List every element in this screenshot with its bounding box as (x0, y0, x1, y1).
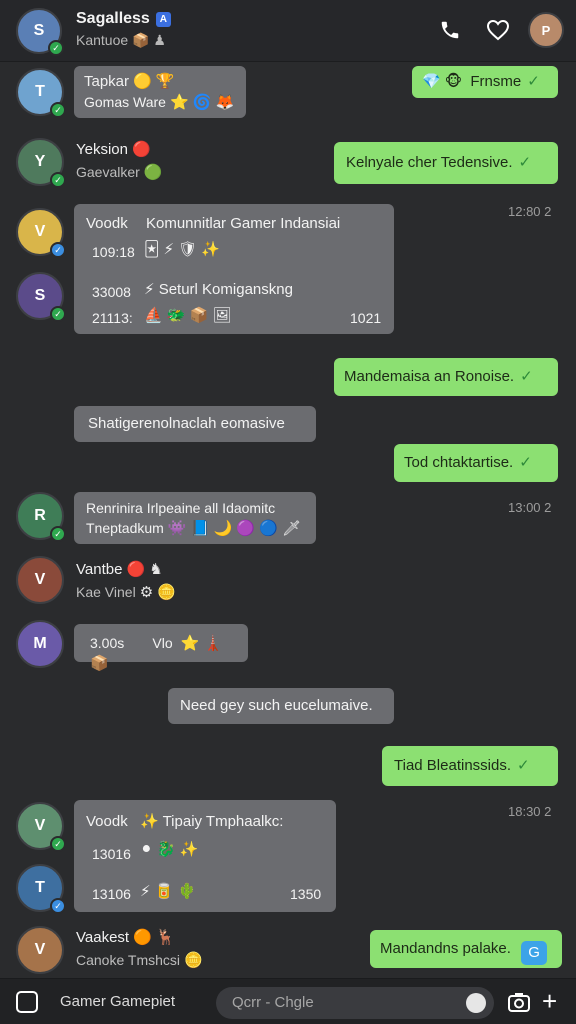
incoming-message[interactable]: Tapkar 🟡 🏆 Gomas Ware ⭐ 🌀 🦊 (74, 66, 246, 118)
sender-block: Vaakest 🟠 🦌 Canoke Tmshcsi 🪙 (76, 929, 203, 969)
incoming-message[interactable]: Need gey such eucelumaive. (168, 688, 394, 724)
avatar[interactable]: V ✓ (16, 208, 66, 258)
avatar[interactable]: V (16, 556, 64, 604)
sender-block: Vantbe 🔴 ♞ Kae Vinel ⚙ 🪙 (76, 561, 176, 601)
chat-header: S ✓ Sagalless A Kantuoe 📦 ♟ P (0, 0, 576, 62)
avatar[interactable]: S ✓ (16, 272, 66, 322)
read-check-icon: ✓ (527, 73, 540, 90)
outgoing-message[interactable]: Mandemaisa an Ronoise. ✓ (334, 358, 558, 396)
avatar[interactable]: Y ✓ (16, 138, 66, 188)
incoming-message[interactable]: Voodk Komunnitlar Gamer Indansiai 109:18… (74, 204, 394, 334)
avatar[interactable]: V (16, 926, 64, 974)
avatar[interactable]: T ✓ (16, 864, 66, 914)
verified-icon: ✓ (50, 836, 66, 852)
avatar[interactable]: V ✓ (16, 802, 66, 852)
verified-icon: ✓ (50, 172, 66, 188)
timestamp: 13:00 2 (508, 500, 552, 515)
read-check-icon: ✓ (520, 368, 533, 385)
verified-icon: ✓ (50, 242, 66, 258)
incoming-message[interactable]: Voodk ✨ Tipaiy Tmphaalkc: 13016 ⚫ 🐉 ✨ 13… (74, 800, 336, 912)
outgoing-message[interactable]: Mandandns palake. G (370, 930, 562, 968)
timestamp: 18:30 2 (508, 804, 552, 819)
verified-icon: ✓ (50, 102, 66, 118)
phone-icon[interactable] (434, 14, 466, 46)
composer-label: Gamer Gamepiet (60, 993, 176, 1010)
message-input[interactable]: Qcrr - Chgle (216, 987, 494, 1019)
camera-icon[interactable] (508, 992, 530, 1012)
chat-title: Sagalless A (76, 10, 171, 28)
verified-icon: ✓ (48, 40, 64, 56)
timestamp: 12:80 2 (508, 204, 552, 219)
sticker-icon: G (521, 941, 548, 965)
emoji-icon[interactable] (466, 993, 486, 1013)
outgoing-message[interactable]: 💎 🐵 Frnsme ✓ (412, 66, 558, 98)
outgoing-message[interactable]: Tiad Bleatinssids. ✓ (382, 746, 558, 786)
heart-icon[interactable] (482, 14, 514, 46)
verified-icon: ✓ (50, 306, 66, 322)
read-check-icon: ✓ (519, 454, 532, 471)
sender-block: Yeksion 🔴 Gaevalker 🟢 (76, 141, 163, 181)
chat-subtitle: Kantuoe 📦 ♟ (76, 32, 166, 48)
plus-icon[interactable]: + (542, 988, 557, 1014)
incoming-message[interactable]: Renrinira Irlpeaine all Idaomitc Tneptad… (74, 492, 316, 544)
gallery-icon[interactable] (16, 991, 38, 1013)
read-check-icon: ✓ (517, 757, 530, 774)
incoming-message[interactable]: 3.00s Vlo ⭐ 🗼 📦 (74, 624, 248, 672)
avatar[interactable]: T ✓ (16, 68, 66, 118)
incoming-message[interactable]: Shatigerenolnaclah eomasive (74, 406, 316, 442)
profile-avatar[interactable]: P (528, 12, 564, 48)
avatar[interactable]: M (16, 620, 64, 668)
group-badge-icon: A (155, 12, 171, 27)
verified-icon: ✓ (50, 526, 66, 542)
verified-icon: ✓ (50, 898, 66, 914)
outgoing-message[interactable]: Kelnyale cher Tedensive. ✓ (334, 142, 558, 184)
read-check-icon: ✓ (518, 154, 532, 171)
group-avatar[interactable]: S ✓ (16, 8, 64, 56)
composer-bar: Gamer Gamepiet Qcrr - Chgle + (0, 978, 576, 1024)
avatar[interactable]: R ✓ (16, 492, 66, 542)
outgoing-message[interactable]: Tod chtaktartise. ✓ (394, 444, 558, 482)
